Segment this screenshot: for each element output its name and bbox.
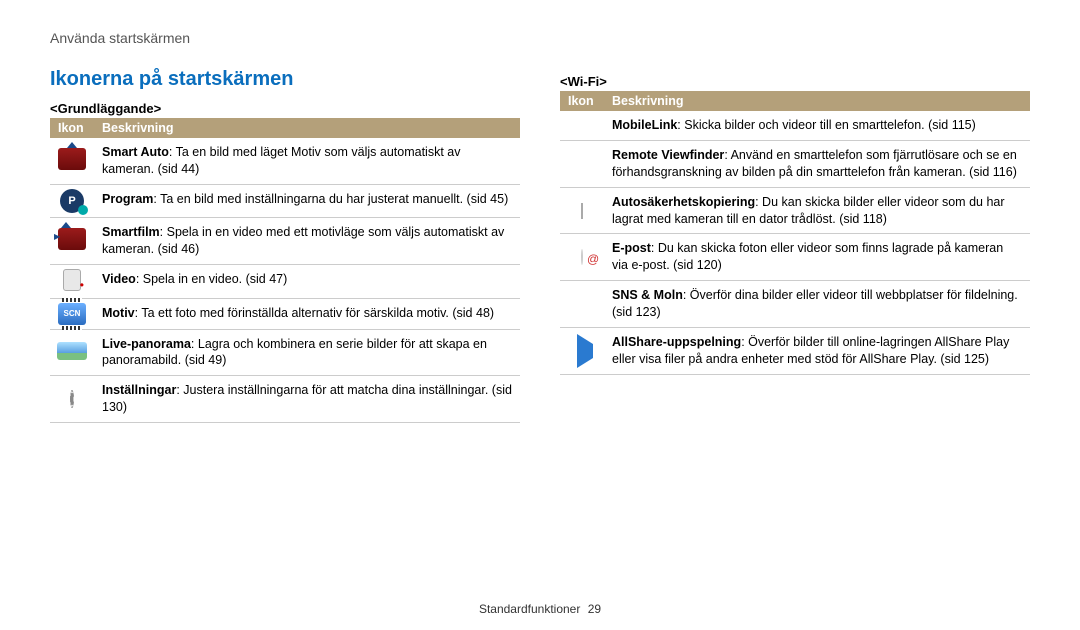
table-row: Motiv: Ta ett foto med förinställda alte… (50, 298, 520, 329)
row-bold: MobileLink (612, 118, 677, 132)
table-row: Inställningar: Justera inställningarna f… (50, 376, 520, 423)
table-row: Program: Ta en bild med inställningarna … (50, 184, 520, 217)
row-bold: Smart Auto (102, 145, 169, 159)
table-row: Smart Auto: Ta en bild med läget Motiv s… (50, 138, 520, 184)
row-bold: Live-panorama (102, 337, 191, 351)
row-bold: Motiv (102, 306, 135, 320)
col-header-desc: Beskrivning (604, 91, 1030, 111)
row-rest: : Skicka bilder och videor till en smart… (677, 118, 976, 132)
table-row: Video: Spela in en video. (sid 47) (50, 264, 520, 298)
auto-backup-icon (581, 203, 583, 219)
subhead-wifi: <Wi-Fi> (560, 74, 1030, 89)
left-column: Ikonerna på startskärmen <Grundläggande>… (50, 68, 520, 423)
row-bold: Video (102, 272, 136, 286)
col-header-desc: Beskrivning (94, 118, 520, 138)
row-rest: : Ta ett foto med förinställda alternati… (135, 306, 494, 320)
col-header-icon: Ikon (50, 118, 94, 138)
row-bold: AllShare-uppspelning (612, 335, 741, 349)
row-rest: : Ta en bild med inställningarna du har … (153, 192, 508, 206)
settings-icon (70, 390, 74, 408)
table-row: Remote Viewfinder: Använd en smarttelefo… (560, 140, 1030, 187)
section-title: Ikonerna på startskärmen (50, 68, 520, 91)
subhead-basic: <Grundläggande> (50, 101, 520, 116)
table-row: Autosäkerhetskopiering: Du kan skicka bi… (560, 187, 1030, 234)
panorama-icon (57, 342, 87, 360)
row-bold: Smartfilm (102, 225, 160, 239)
smartfilm-icon (58, 228, 86, 250)
email-icon (581, 249, 583, 265)
row-bold: Inställningar (102, 383, 176, 397)
table-row: SNS & Moln: Överför dina bilder eller vi… (560, 281, 1030, 328)
footer-label: Standardfunktioner (479, 602, 580, 616)
row-rest: : Spela in en video med ett motivläge so… (102, 225, 504, 256)
scene-icon (58, 303, 86, 325)
row-bold: SNS & Moln (612, 288, 683, 302)
table-row: Live-panorama: Lagra och kombinera en se… (50, 329, 520, 376)
row-bold: E-post (612, 241, 651, 255)
table-row: MobileLink: Skicka bilder och videor til… (560, 111, 1030, 140)
allshare-icon (577, 334, 593, 368)
page-footer: Standardfunktioner 29 (0, 602, 1080, 616)
right-column: <Wi-Fi> Ikon Beskrivning MobileLink: Ski… (560, 68, 1030, 423)
smart-auto-icon (58, 148, 86, 170)
row-bold: Remote Viewfinder (612, 148, 724, 162)
row-bold: Autosäkerhetskopiering (612, 195, 755, 209)
table-row: Smartfilm: Spela in en video med ett mot… (50, 217, 520, 264)
video-icon (63, 269, 81, 291)
table-row: AllShare-uppspelning: Överför bilder til… (560, 327, 1030, 374)
page-number: 29 (588, 602, 601, 616)
table-row: E-post: Du kan skicka foton eller videor… (560, 234, 1030, 281)
breadcrumb: Använda startskärmen (50, 30, 1030, 46)
col-header-icon: Ikon (560, 91, 604, 111)
wifi-table: Ikon Beskrivning MobileLink: Skicka bild… (560, 91, 1030, 375)
row-rest: : Spela in en video. (sid 47) (136, 272, 287, 286)
row-rest: : Du kan skicka foton eller videor som f… (612, 241, 1003, 272)
program-icon (60, 189, 84, 213)
row-bold: Program (102, 192, 153, 206)
basic-table: Ikon Beskrivning Smart Auto: Ta en bild … (50, 118, 520, 423)
